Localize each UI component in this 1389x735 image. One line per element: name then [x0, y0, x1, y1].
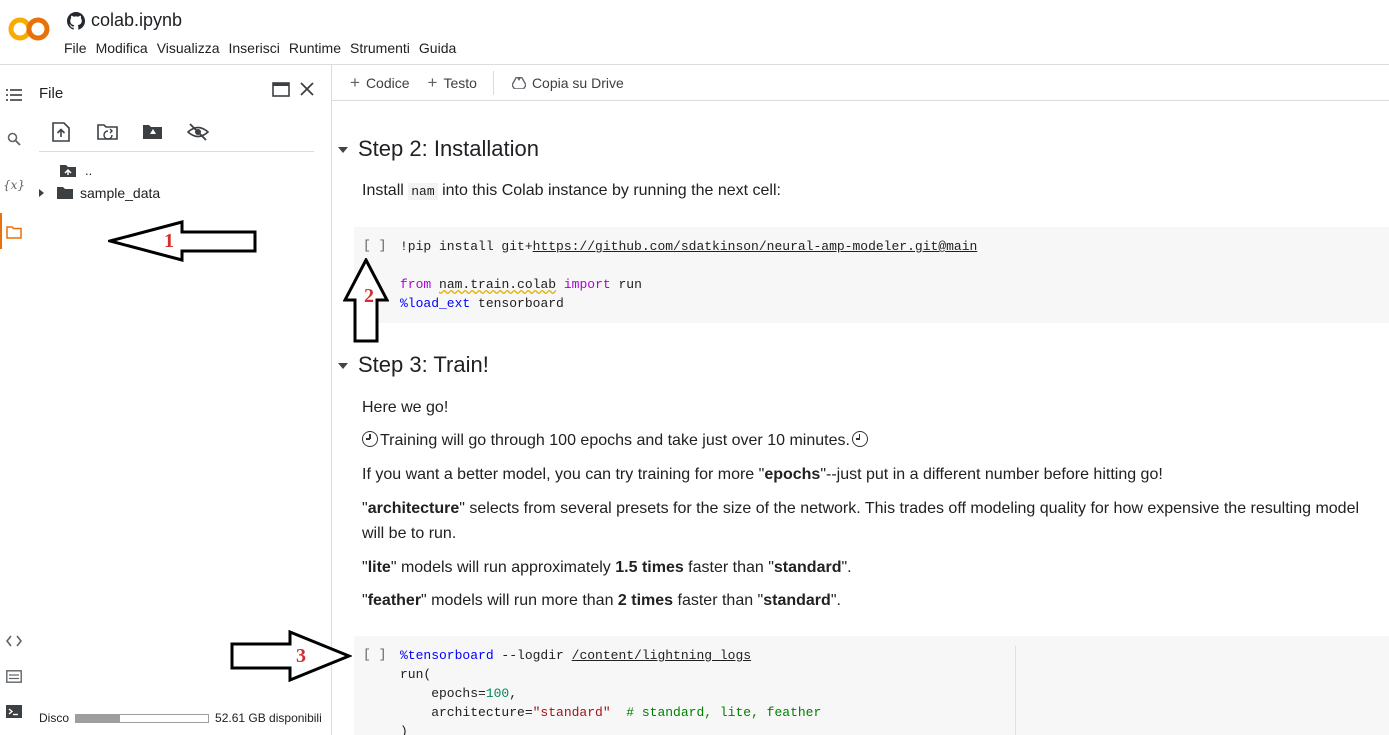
- folder-icon: [57, 187, 73, 199]
- menu-visualizza[interactable]: Visualizza: [157, 40, 225, 56]
- step3-text: "lite" models will run approximately 1.5…: [362, 559, 852, 576]
- add-text-button[interactable]: + Testo: [428, 73, 477, 93]
- parent-directory[interactable]: ..: [59, 163, 92, 178]
- clock-icon: [362, 431, 378, 447]
- menu-file[interactable]: File: [64, 40, 92, 56]
- folder-up-icon: [60, 164, 76, 177]
- section-heading: Step 3: Train!: [358, 352, 489, 377]
- side-rail: {x}: [0, 65, 28, 735]
- chevron-right-icon[interactable]: [38, 188, 46, 198]
- section-step2[interactable]: Step 2: Installation: [338, 136, 539, 162]
- cell-divider: [1015, 646, 1016, 735]
- step3-text: If you want a better model, you can try …: [362, 466, 1163, 483]
- disk-free-text: 52.61 GB disponibili: [215, 711, 322, 725]
- clock-icon: [851, 431, 868, 447]
- code-snippets-icon[interactable]: [4, 631, 24, 651]
- file-toolbar: [52, 121, 232, 143]
- menu-guida[interactable]: Guida: [419, 40, 461, 56]
- step3-text: Here we go!: [362, 399, 449, 416]
- menu-strumenti[interactable]: Strumenti: [350, 40, 415, 56]
- new-window-icon[interactable]: [272, 82, 290, 97]
- copy-to-drive-label: Copia su Drive: [531, 74, 624, 91]
- variables-icon[interactable]: {x}: [3, 175, 25, 195]
- app-header: colab.ipynb File Modifica Visualizza Ins…: [0, 0, 1389, 65]
- terminal-icon[interactable]: [4, 701, 24, 721]
- notebook-title[interactable]: colab.ipynb: [91, 10, 182, 31]
- annotation-arrow-1: [108, 220, 257, 262]
- code-cell-train[interactable]: [ ] %tensorboard --logdir /content/light…: [354, 636, 1389, 735]
- colab-logo[interactable]: [8, 14, 50, 44]
- code-line: epochs=100,: [400, 686, 518, 701]
- code-line: ): [400, 724, 408, 735]
- active-indicator: [0, 213, 2, 249]
- section-heading: Step 2: Installation: [358, 136, 540, 161]
- code-line: %load_ext tensorboard: [400, 296, 564, 311]
- notebook-toolbar: + Codice + Testo Copia su Drive: [332, 65, 1389, 101]
- code-line: %tensorboard --logdir /content/lightning…: [400, 648, 752, 663]
- add-code-label: Codice: [365, 74, 410, 91]
- folder-label: sample_data: [80, 185, 161, 201]
- plus-icon: +: [350, 72, 360, 92]
- disk-label: Disco: [39, 711, 70, 725]
- menu-inserisci[interactable]: Inserisci: [228, 40, 284, 56]
- menu-modifica[interactable]: Modifica: [96, 40, 153, 56]
- step2-text: Install nam into this Colab instance by …: [362, 182, 781, 200]
- separator: [39, 151, 314, 152]
- annotation-number-1: 1: [164, 230, 174, 252]
- toolbar-separator: [492, 70, 494, 95]
- add-text-label: Testo: [443, 74, 477, 91]
- disk-usage: Disco 52.61 GB disponibili: [39, 711, 322, 725]
- code-line: from nam.train.colab import run: [400, 277, 642, 292]
- code-cell-install[interactable]: [ ] !pip install git+https://github.com/…: [354, 227, 1389, 323]
- step3-text: "architecture" selects from several pres…: [362, 500, 1360, 542]
- collapse-caret-icon[interactable]: [338, 147, 348, 153]
- section-step3[interactable]: Step 3: Train!: [338, 352, 489, 378]
- step3-text: "feather" models will run more than 2 ti…: [362, 592, 841, 609]
- search-icon[interactable]: [4, 129, 24, 149]
- disk-usage-bar: [75, 713, 210, 723]
- annotation-number-2: 2: [364, 285, 374, 307]
- close-icon[interactable]: [299, 81, 315, 97]
- step3-text: Training will go through 100 epochs and …: [362, 428, 1372, 453]
- file-panel-title: File: [39, 85, 64, 102]
- code-line: !pip install git+https://github.com/sdat…: [400, 239, 978, 254]
- annotation-number-3: 3: [296, 645, 306, 667]
- menu-runtime[interactable]: Runtime: [289, 40, 346, 56]
- hide-files-icon[interactable]: [187, 121, 232, 143]
- plus-icon: +: [427, 72, 438, 92]
- menu-bar: File Modifica Visualizza Inserisci Runti…: [64, 40, 465, 56]
- tree-item-sample-data[interactable]: sample_data: [38, 185, 160, 201]
- command-palette-icon[interactable]: [4, 666, 24, 686]
- parent-directory-label: ..: [85, 163, 93, 178]
- toc-icon[interactable]: [4, 85, 24, 105]
- github-icon: [67, 11, 85, 30]
- notebook-content: Step 2: Installation Install nam into th…: [332, 101, 1389, 735]
- code-line: architecture="standard" # standard, lite…: [400, 705, 822, 720]
- mount-drive-icon[interactable]: [142, 121, 187, 143]
- copy-to-drive-button[interactable]: Copia su Drive: [511, 74, 624, 91]
- run-cell-button[interactable]: [ ]: [363, 647, 386, 662]
- annotation-arrow-3: [230, 630, 352, 682]
- folder-icon[interactable]: [4, 222, 24, 242]
- add-code-button[interactable]: + Codice: [350, 73, 410, 93]
- disk-usage-fill: [76, 714, 120, 722]
- code-line: run(: [400, 667, 432, 682]
- upload-file-icon[interactable]: [52, 121, 97, 143]
- drive-icon: [511, 76, 526, 89]
- run-cell-button[interactable]: [ ]: [363, 238, 386, 253]
- collapse-caret-icon[interactable]: [338, 363, 348, 369]
- refresh-folder-icon[interactable]: [97, 121, 142, 143]
